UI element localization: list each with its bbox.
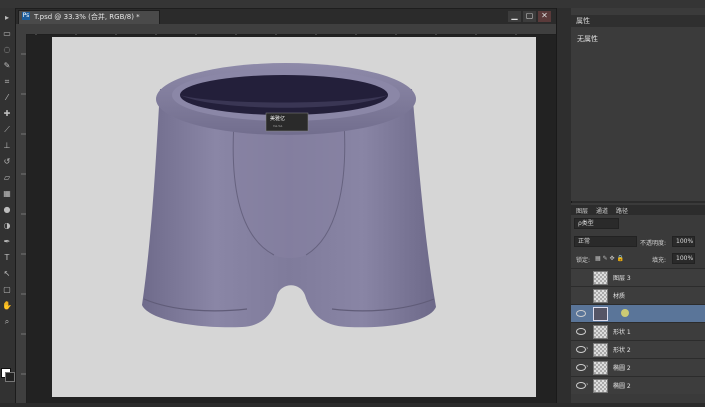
lasso-icon[interactable]: ◌ bbox=[2, 46, 12, 54]
opacity-label: 不透明度: bbox=[640, 240, 667, 247]
tab-layers[interactable]: 图层 bbox=[576, 206, 588, 215]
eye-icon[interactable] bbox=[576, 346, 586, 353]
quick-select-icon[interactable]: ✎ bbox=[2, 62, 12, 70]
properties-panel-header[interactable] bbox=[571, 15, 705, 27]
horizontal-ruler[interactable] bbox=[16, 24, 556, 39]
blur-icon[interactable]: ● bbox=[2, 206, 12, 214]
pen-icon[interactable]: ✒ bbox=[2, 238, 12, 246]
properties-title: 属性 bbox=[576, 17, 590, 25]
no-properties-text: 无属性 bbox=[577, 35, 598, 43]
tools-panel: ▸ ▭ ◌ ✎ ⌗ ⁄ ✚ ⟋ ⊥ ↺ ▱ ▦ ● ◑ ✒ T ↖ ▢ ✋ ⌕ bbox=[0, 8, 16, 403]
vertical-ruler[interactable] bbox=[16, 34, 27, 403]
eye-icon[interactable] bbox=[576, 310, 586, 317]
background-color-swatch[interactable] bbox=[5, 372, 15, 382]
tab-channels[interactable]: 通道 bbox=[596, 206, 608, 215]
boxer-briefs-image bbox=[142, 63, 436, 328]
layer-thumbnail bbox=[593, 325, 608, 339]
panel-dock-strip bbox=[556, 8, 572, 403]
gradient-icon[interactable]: ▦ bbox=[2, 190, 12, 198]
layer-thumbnail bbox=[593, 271, 608, 285]
product-label-sub: Y.A.Y.A bbox=[273, 124, 283, 128]
expand-arrow-icon[interactable]: › bbox=[586, 345, 588, 352]
history-brush-icon[interactable]: ↺ bbox=[2, 158, 12, 166]
fill-label: 填充: bbox=[652, 257, 667, 264]
hand-icon[interactable]: ✋ bbox=[2, 302, 12, 310]
close-icon[interactable]: ✕ bbox=[538, 11, 551, 22]
layer-row[interactable]: 形状 1 bbox=[571, 322, 705, 340]
blend-mode-select[interactable]: 正常 bbox=[574, 236, 637, 247]
eye-icon[interactable] bbox=[576, 328, 586, 335]
restore-icon[interactable]: ▢ bbox=[523, 11, 536, 22]
healing-icon[interactable]: ✚ bbox=[2, 110, 12, 118]
layer-row[interactable]: › 形状 2 bbox=[571, 340, 705, 358]
layer-name: 材质 bbox=[613, 293, 626, 300]
crop-icon[interactable]: ⌗ bbox=[2, 78, 12, 86]
eye-icon[interactable] bbox=[576, 382, 586, 389]
lock-label: 锁定: bbox=[576, 257, 591, 264]
layers-panel-tabs bbox=[571, 205, 705, 215]
lock-icons[interactable]: ▦ ✎ ✥ 🔒 bbox=[595, 255, 624, 262]
ps-icon: Ps bbox=[22, 12, 30, 20]
dodge-icon[interactable]: ◑ bbox=[2, 222, 12, 230]
shape-icon[interactable]: ▢ bbox=[2, 286, 12, 294]
brush-icon[interactable]: ⟋ bbox=[2, 126, 12, 134]
document-tab-label: T.psd @ 33.3% (合并, RGB/8) * bbox=[34, 13, 140, 21]
tab-paths[interactable]: 路径 bbox=[616, 206, 628, 215]
expand-arrow-icon[interactable]: › bbox=[586, 363, 588, 370]
eyedropper-icon[interactable]: ⁄ bbox=[2, 94, 12, 102]
eraser-icon[interactable]: ▱ bbox=[2, 174, 12, 182]
stamp-icon[interactable]: ⊥ bbox=[2, 142, 12, 150]
layer-name: 图层 3 bbox=[613, 275, 631, 282]
layer-row-selected[interactable] bbox=[571, 304, 705, 322]
fill-input[interactable]: 100% bbox=[672, 253, 695, 264]
layer-thumbnail bbox=[593, 343, 608, 357]
layer-thumbnail bbox=[593, 361, 608, 375]
layer-name: 椭圆 2 bbox=[613, 383, 631, 390]
layer-name: 形状 1 bbox=[613, 329, 631, 336]
layer-name: 椭圆 2 bbox=[613, 365, 631, 372]
opacity-input[interactable]: 100% bbox=[672, 236, 695, 247]
move-icon[interactable]: ▸ bbox=[2, 14, 12, 22]
marquee-icon[interactable]: ▭ bbox=[2, 30, 12, 38]
path-select-icon[interactable]: ↖ bbox=[2, 270, 12, 278]
document-canvas[interactable]: 美雅亿 Y.A.Y.A bbox=[52, 37, 536, 397]
layer-name: 形状 2 bbox=[613, 347, 631, 354]
cursor-highlight-icon bbox=[621, 309, 629, 317]
type-icon[interactable]: T bbox=[2, 254, 12, 262]
layer-row[interactable]: › 椭圆 2 bbox=[571, 358, 705, 376]
ruler-ticks-v bbox=[21, 53, 26, 375]
layer-row[interactable]: › 椭圆 2 bbox=[571, 376, 705, 394]
layer-row[interactable]: 图层 3 bbox=[571, 268, 705, 286]
minimize-icon[interactable]: ▁ bbox=[508, 11, 521, 22]
zoom-icon[interactable]: ⌕ bbox=[2, 318, 12, 326]
layer-thumbnail bbox=[593, 379, 608, 393]
layer-thumbnail bbox=[593, 307, 608, 321]
eye-icon[interactable] bbox=[576, 364, 586, 371]
product-label-brand: 美雅亿 bbox=[270, 116, 286, 122]
expand-arrow-icon[interactable]: › bbox=[586, 381, 588, 388]
layer-thumbnail bbox=[593, 289, 608, 303]
layer-row[interactable]: 材质 bbox=[571, 286, 705, 304]
layer-filter-select[interactable]: ρ类型 bbox=[574, 218, 619, 229]
